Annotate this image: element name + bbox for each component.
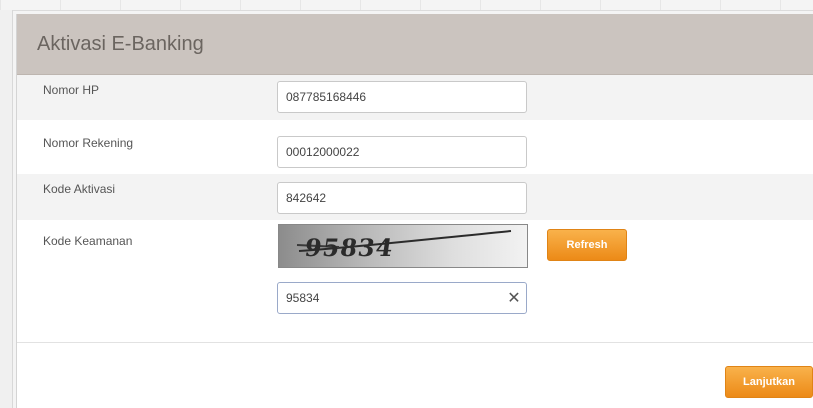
background-grid bbox=[0, 0, 813, 11]
left-ruler bbox=[0, 10, 13, 408]
captcha-image: 95834 bbox=[278, 224, 528, 268]
page-title: Aktivasi E-Banking bbox=[37, 32, 204, 55]
security-code-input[interactable]: 95834 bbox=[277, 282, 527, 314]
submit-button[interactable]: Lanjutkan bbox=[725, 366, 813, 398]
phone-label: Nomor HP bbox=[43, 83, 100, 97]
form-row-phone: Nomor HP 087785168446 bbox=[17, 75, 813, 120]
footer-divider bbox=[17, 342, 813, 343]
activation-panel: Aktivasi E-Banking Nomor HP 087785168446… bbox=[16, 14, 813, 408]
phone-input[interactable]: 087785168446 bbox=[277, 81, 527, 113]
captcha-text: 95834 bbox=[302, 233, 396, 262]
form-row-activation-code: Kode Aktivasi 842642 bbox=[17, 174, 813, 220]
security-code-label: Kode Keamanan bbox=[43, 234, 133, 248]
account-input[interactable]: 00012000022 bbox=[277, 136, 527, 168]
account-label: Nomor Rekening bbox=[43, 136, 134, 150]
activation-code-label: Kode Aktivasi bbox=[43, 182, 116, 196]
panel-header: Aktivasi E-Banking bbox=[17, 14, 813, 75]
form-row-account: Nomor Rekening 00012000022 bbox=[17, 120, 813, 170]
activation-code-input[interactable]: 842642 bbox=[277, 182, 527, 214]
refresh-button[interactable]: Refresh bbox=[547, 229, 627, 261]
close-icon[interactable]: ✕ bbox=[507, 291, 521, 307]
